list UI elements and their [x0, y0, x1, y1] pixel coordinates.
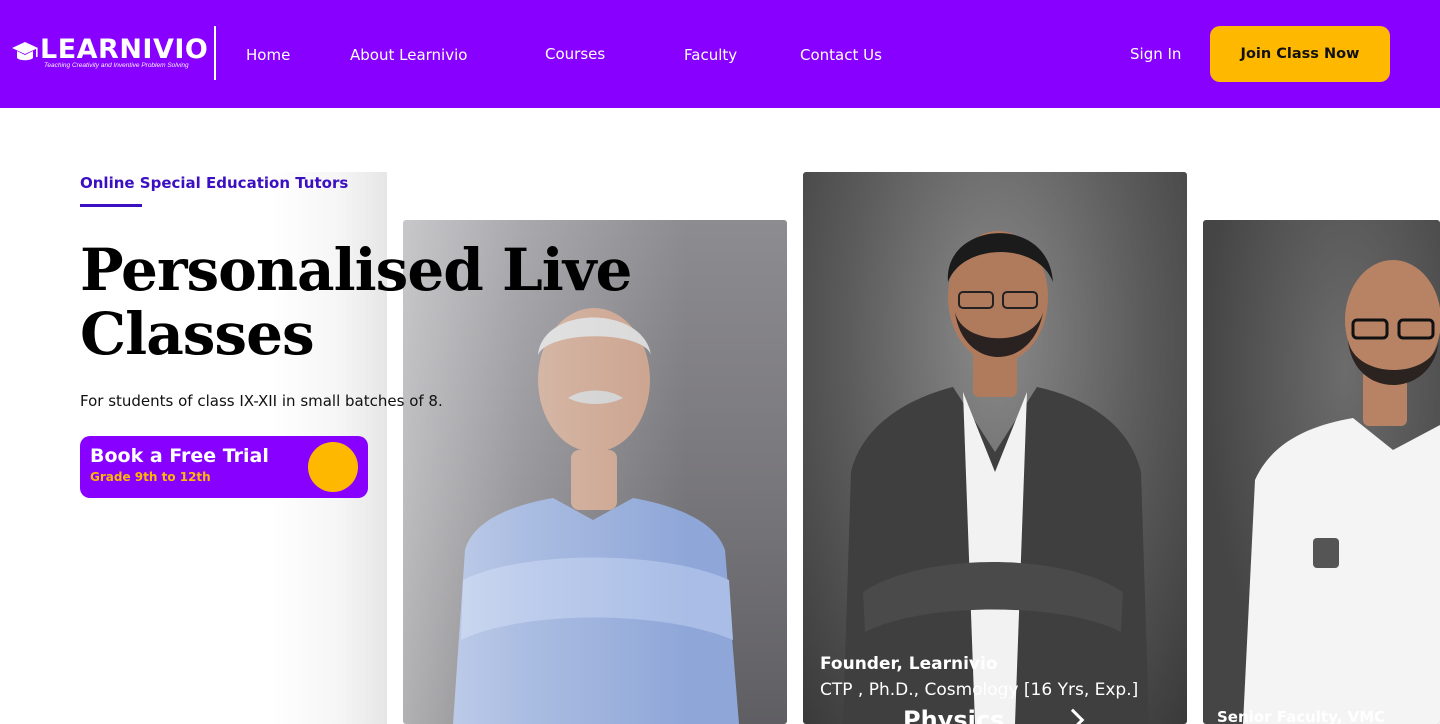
trial-button-sublabel: Grade 9th to 12th: [90, 470, 211, 484]
hero-eyebrow: Online Special Education Tutors: [80, 174, 349, 192]
faculty-card-2[interactable]: Founder, Learnivio CTP , Ph.D., Cosmolog…: [803, 172, 1187, 724]
circle-icon: [308, 442, 358, 492]
graduation-cap-icon: [12, 42, 38, 61]
faculty-subject: Physics: [903, 706, 1005, 724]
faculty-role: Founder, Learnivio: [820, 654, 998, 674]
nav-faculty[interactable]: Faculty: [684, 45, 737, 65]
nav-courses[interactable]: Courses: [545, 44, 605, 64]
faculty-qualifications: CTP , Ph.D., Cosmology [16 Yrs, Exp.]: [820, 680, 1139, 700]
hero-title-line-2: Classes: [80, 300, 315, 368]
faculty-photo-2: [843, 231, 1149, 724]
book-free-trial-button[interactable]: Book a Free Trial Grade 9th to 12th: [80, 436, 368, 498]
nav-contact[interactable]: Contact Us: [800, 45, 882, 65]
hero-title: Personalised Live Classes: [80, 238, 720, 366]
sign-in-link[interactable]: Sign In: [1130, 44, 1181, 64]
nav-home[interactable]: Home: [246, 45, 290, 65]
join-class-button[interactable]: Join Class Now: [1210, 26, 1390, 82]
brand-logo[interactable]: LEARNIVIO Teaching Creativity and Invent…: [10, 34, 210, 74]
faculty-photo-3: [1243, 260, 1440, 724]
hero-subtitle: For students of class IX-XII in small ba…: [80, 392, 443, 410]
nav-about[interactable]: About Learnivio: [350, 45, 467, 65]
logo-divider: [214, 26, 216, 80]
brand-tagline: Teaching Creativity and Inventive Proble…: [44, 62, 189, 69]
site-header: LEARNIVIO Teaching Creativity and Invent…: [0, 0, 1440, 108]
trial-button-label: Book a Free Trial: [90, 445, 269, 467]
hero-title-line-1: Personalised Live: [80, 236, 632, 304]
faculty-card-3[interactable]: Senior Faculty, VMC: [1203, 220, 1440, 724]
faculty-role: Senior Faculty, VMC: [1217, 708, 1386, 724]
eyebrow-underline: [80, 204, 142, 207]
